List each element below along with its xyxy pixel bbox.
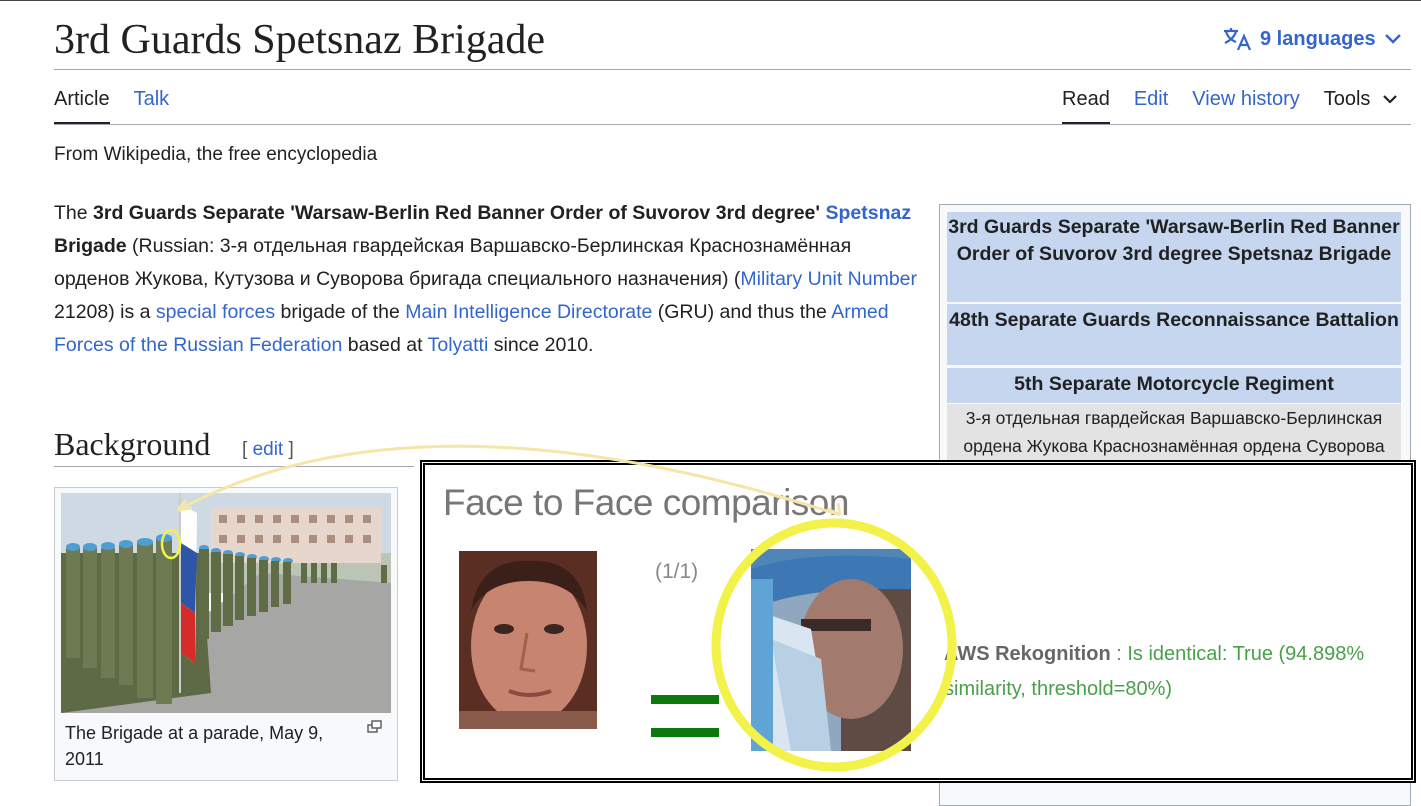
comparison-counter: (1/1) — [655, 560, 699, 583]
namespace-tabs: Article Talk — [54, 88, 170, 125]
matched-face-image — [751, 549, 911, 751]
lead-bold-brigade: Brigade — [54, 235, 127, 257]
link-military-unit-number[interactable]: Military Unit Number — [740, 268, 917, 290]
section-divider — [54, 466, 414, 467]
lead-russian-name: (Russian: 3-я отдельная гвардейская Варш… — [54, 235, 852, 290]
equals-sign — [651, 695, 719, 761]
tab-article[interactable]: Article — [54, 88, 110, 125]
reference-face-image — [459, 551, 597, 729]
tabs-divider — [54, 124, 1411, 125]
infobox-former-name-1: 48th Separate Guards Reconnaissance Batt… — [947, 304, 1401, 367]
lead-text: since 2010. — [488, 334, 594, 356]
view-tabs: Read Edit View history Tools — [1062, 88, 1398, 125]
comparison-result: AWS Rekognition : Is identical: True (94… — [944, 637, 1414, 707]
chevron-down-icon — [1383, 95, 1397, 104]
lead-paragraph: The 3rd Guards Separate 'Warsaw-Berlin R… — [54, 197, 924, 362]
tab-edit[interactable]: Edit — [1134, 88, 1168, 123]
lead-text: 21208) is a — [54, 301, 156, 323]
tools-label: Tools — [1323, 88, 1371, 110]
section-edit-link[interactable]: [ edit ] — [242, 439, 294, 461]
thumbnail-caption: The Brigade at a parade, May 9, 2011 — [65, 723, 324, 769]
tab-read[interactable]: Read — [1062, 88, 1110, 125]
lead-text: based at — [342, 334, 428, 356]
tab-talk[interactable]: Talk — [134, 88, 170, 123]
lead-text: The — [54, 202, 94, 224]
lead-text: (GRU) and thus the — [652, 301, 832, 323]
infobox-title: 3rd Guards Separate 'Warsaw-Berlin Red B… — [947, 212, 1401, 304]
thumbnail-figure: The Brigade at a parade, May 9, 2011 — [54, 487, 398, 781]
infobox-native-name: 3-я отдельная гвардейская Варшавско-Берл… — [947, 404, 1401, 460]
enlarge-icon[interactable] — [367, 720, 383, 734]
languages-label: 9 languages — [1260, 27, 1376, 50]
page-title: 3rd Guards Spetsnaz Brigade — [54, 17, 546, 63]
infobox-former-name-2: 5th Separate Motorcycle Regiment — [947, 368, 1401, 405]
translate-icon — [1224, 28, 1252, 51]
title-divider — [54, 69, 1411, 70]
face-comparison-panel: Face to Face comparison (1/1) AWS Rekogn… — [420, 460, 1416, 783]
link-special-forces[interactable]: special forces — [156, 301, 275, 323]
tagline: From Wikipedia, the free encyclopedia — [54, 144, 378, 165]
lead-bold-name: 3rd Guards Separate 'Warsaw-Berlin Red B… — [93, 202, 821, 224]
link-tolyatti[interactable]: Tolyatti — [428, 334, 489, 356]
comparison-title: Face to Face comparison — [443, 482, 849, 523]
tools-menu[interactable]: Tools — [1324, 88, 1398, 123]
top-border — [0, 0, 1421, 1]
section-heading-background: Background — [54, 426, 211, 462]
lead-text: brigade of the — [275, 301, 406, 323]
link-main-intelligence-directorate[interactable]: Main Intelligence Directorate — [405, 301, 652, 323]
language-selector[interactable]: 9 languages — [1222, 26, 1402, 52]
chevron-down-icon — [1384, 34, 1401, 44]
tab-view-history[interactable]: View history — [1192, 88, 1299, 123]
link-spetsnaz[interactable]: Spetsnaz — [825, 202, 911, 224]
parade-photo[interactable] — [61, 493, 391, 713]
service-name: AWS Rekognition — [944, 643, 1111, 665]
